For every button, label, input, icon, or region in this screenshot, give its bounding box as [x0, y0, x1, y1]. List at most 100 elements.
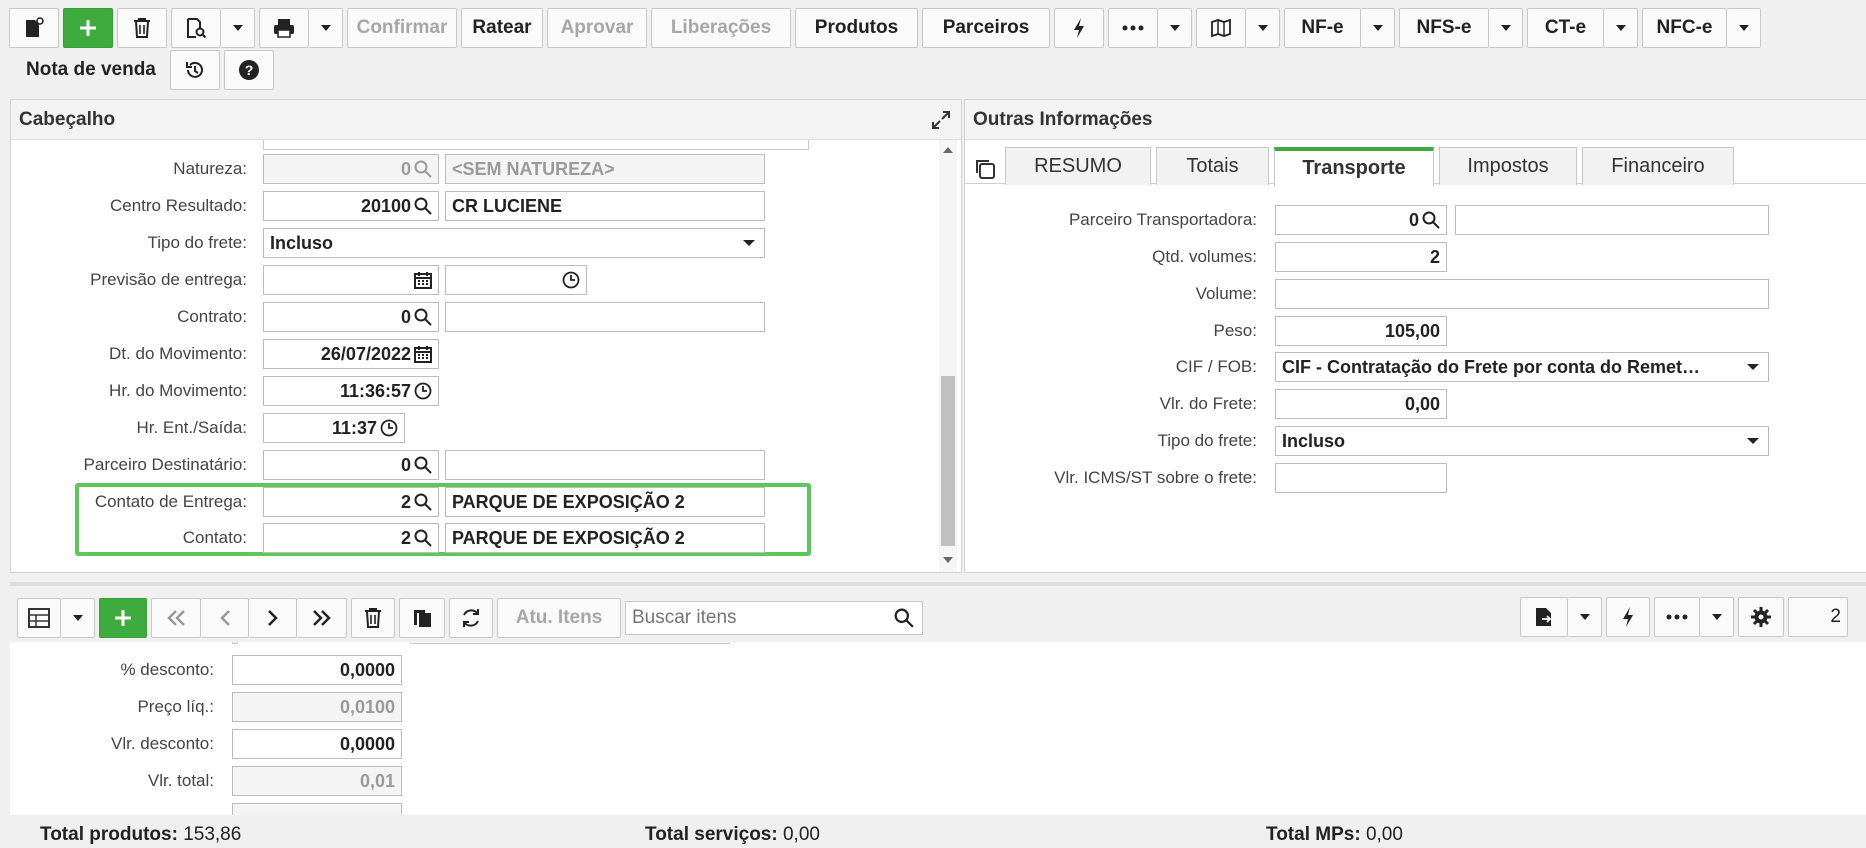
delete-button[interactable] [117, 7, 167, 48]
splitter[interactable] [10, 582, 1866, 586]
confirmar-button[interactable]: Confirmar [347, 7, 457, 48]
parceiro-destinatario-desc-input[interactable] [445, 450, 765, 480]
centro-resultado-code-input[interactable]: 20100 [263, 191, 439, 221]
first-item-button[interactable] [151, 598, 201, 638]
peso-input[interactable]: 105,00 [1275, 316, 1447, 346]
atu-itens-button[interactable]: Atu. Itens [497, 598, 621, 638]
nfse-button[interactable]: NFS-e [1399, 7, 1489, 48]
delete-item-button[interactable] [351, 598, 395, 638]
map-icon [1211, 18, 1231, 37]
cte-dropdown[interactable] [1604, 7, 1638, 48]
parceiro-transportadora-label: Parceiro Transportadora: [1068, 210, 1257, 229]
item-more-button[interactable] [1654, 597, 1700, 637]
search-document-dropdown[interactable] [221, 7, 255, 48]
nfce-button[interactable]: NFC-e [1642, 7, 1727, 48]
nfe-button[interactable]: NF-e [1284, 7, 1361, 48]
tab-financeiro[interactable]: Financeiro [1582, 147, 1734, 185]
expand-icon[interactable] [931, 110, 951, 130]
plus-icon [80, 19, 96, 36]
caret-down-icon [1169, 24, 1180, 31]
liberacoes-button[interactable]: Liberações [651, 7, 791, 48]
more-button[interactable] [1108, 7, 1158, 48]
natureza-desc-input[interactable]: <SEM NATUREZA> [445, 154, 765, 184]
tab-impostos[interactable]: Impostos [1439, 147, 1577, 185]
cabecalho-scrollbar[interactable] [939, 140, 957, 572]
tab-resumo[interactable]: RESUMO [1005, 147, 1151, 185]
scrollbar-thumb[interactable] [941, 376, 955, 546]
cif-fob-select[interactable]: CIF - Contratação do Frete por conta do … [1275, 352, 1769, 382]
map-button[interactable] [1196, 7, 1246, 48]
search-items-field[interactable] [625, 601, 923, 635]
hr-movimento-input[interactable]: 11:36:57 [263, 376, 439, 406]
ellipsis-icon [1666, 614, 1688, 620]
more-dropdown[interactable] [1158, 7, 1192, 48]
search-icon [894, 608, 914, 628]
prev-item-button[interactable] [201, 598, 249, 638]
parceiros-button[interactable]: Parceiros [922, 7, 1050, 48]
vlr-total-input[interactable]: 0,01 [232, 766, 402, 796]
duplicate-item-button[interactable] [399, 598, 445, 638]
page-title: Nota de venda [26, 58, 156, 80]
item-actions-button[interactable] [1606, 597, 1650, 637]
previsao-entrega-date-input[interactable] [263, 265, 439, 295]
map-dropdown[interactable] [1246, 7, 1280, 48]
preco-liq-input[interactable]: 0,0100 [232, 692, 402, 722]
export-dropdown[interactable] [1568, 597, 1602, 637]
grid-view-button[interactable] [17, 598, 61, 638]
copy-icon[interactable] [973, 157, 997, 181]
centro-resultado-desc-input[interactable]: CR LUCIENE [445, 191, 765, 221]
tipo-frete-transporte-select[interactable]: Incluso [1275, 426, 1769, 456]
parceiro-transportadora-code-input[interactable]: 0 [1275, 205, 1447, 235]
help-button[interactable]: ? [223, 49, 274, 90]
nfse-dropdown[interactable] [1489, 7, 1523, 48]
last-item-button[interactable] [297, 598, 347, 638]
nfe-dropdown[interactable] [1361, 7, 1395, 48]
settings-button[interactable] [1738, 597, 1784, 637]
produtos-button[interactable]: Produtos [795, 7, 918, 48]
history-button[interactable] [169, 49, 220, 90]
natureza-label: Natureza: [173, 159, 247, 178]
desconto-pct-input[interactable]: 0,0000 [232, 655, 402, 685]
vlr-frete-input[interactable]: 0,00 [1275, 389, 1447, 419]
parceiro-destinatario-code-input[interactable]: 0 [263, 450, 439, 480]
qtd-volumes-input[interactable]: 2 [1275, 242, 1447, 272]
refresh-button[interactable] [449, 598, 493, 638]
observation-textarea[interactable] [263, 140, 809, 150]
contato-entrega-desc-input[interactable]: PARQUE DE EXPOSIÇÃO 2 [445, 487, 765, 517]
qtd-volumes-label: Qtd. volumes: [1152, 247, 1257, 266]
tab-totais[interactable]: Totais [1156, 147, 1269, 185]
ellipsis-icon [1122, 25, 1144, 30]
grid-view-dropdown[interactable] [61, 598, 95, 638]
add-button[interactable] [63, 7, 113, 48]
aprovar-button[interactable]: Aprovar [547, 7, 647, 48]
search-items-input[interactable] [626, 603, 876, 633]
dt-movimento-input[interactable]: 26/07/2022 [263, 339, 439, 369]
contato-entrega-code-input[interactable]: 2 [263, 487, 439, 517]
contato-code-input[interactable]: 2 [263, 523, 439, 553]
nfce-dropdown[interactable] [1727, 7, 1761, 48]
volume-input[interactable] [1275, 279, 1769, 309]
actions-button[interactable] [1054, 7, 1104, 48]
natureza-code-input[interactable]: 0 [263, 154, 439, 184]
tipo-frete-select[interactable]: Incluso [263, 228, 765, 258]
ratear-button[interactable]: Ratear [461, 7, 543, 48]
contrato-desc-input[interactable] [445, 302, 765, 332]
export-button[interactable] [1520, 597, 1568, 637]
next-item-button[interactable] [249, 598, 297, 638]
print-button[interactable] [259, 7, 309, 48]
parceiro-transportadora-desc-input[interactable] [1455, 205, 1769, 235]
add-item-button[interactable] [99, 598, 147, 638]
page-number-input[interactable]: 2 [1788, 597, 1848, 637]
cte-button[interactable]: CT-e [1527, 7, 1604, 48]
vlr-icms-st-input[interactable] [1275, 463, 1447, 493]
new-document-button[interactable] [9, 7, 59, 48]
print-dropdown[interactable] [309, 7, 343, 48]
search-document-button[interactable] [171, 7, 221, 48]
contato-desc-input[interactable]: PARQUE DE EXPOSIÇÃO 2 [445, 523, 765, 553]
vlr-desconto-input[interactable]: 0,0000 [232, 729, 402, 759]
item-more-dropdown[interactable] [1700, 597, 1734, 637]
previsao-entrega-time-input[interactable] [445, 265, 587, 295]
contrato-code-input[interactable]: 0 [263, 302, 439, 332]
hr-entrada-saida-input[interactable]: 11:37 [263, 413, 405, 443]
tab-transporte[interactable]: Transporte [1274, 147, 1434, 186]
